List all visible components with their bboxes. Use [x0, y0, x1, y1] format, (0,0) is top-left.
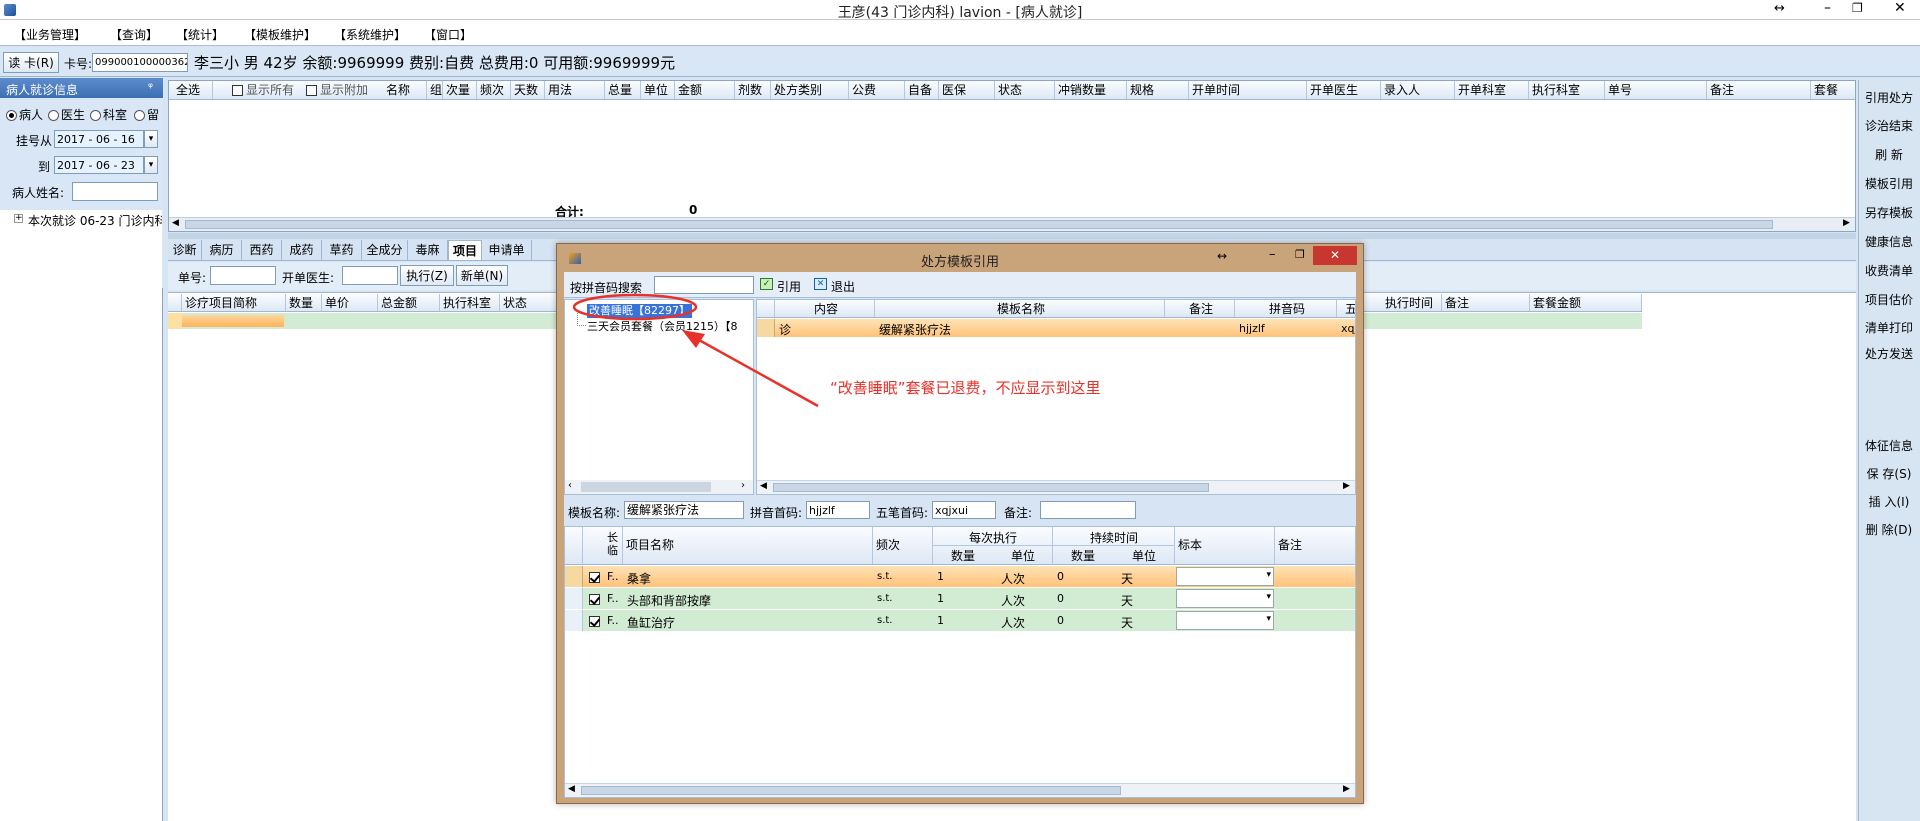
annotation-text: “改善睡眠”套餐已退费，不应显示到这里 [830, 379, 1101, 397]
annotation-overlay [572, 293, 819, 408]
annotation-ellipse [572, 293, 698, 321]
annotation-arrow-head [682, 330, 705, 348]
annotation-arrow-line [689, 333, 819, 408]
